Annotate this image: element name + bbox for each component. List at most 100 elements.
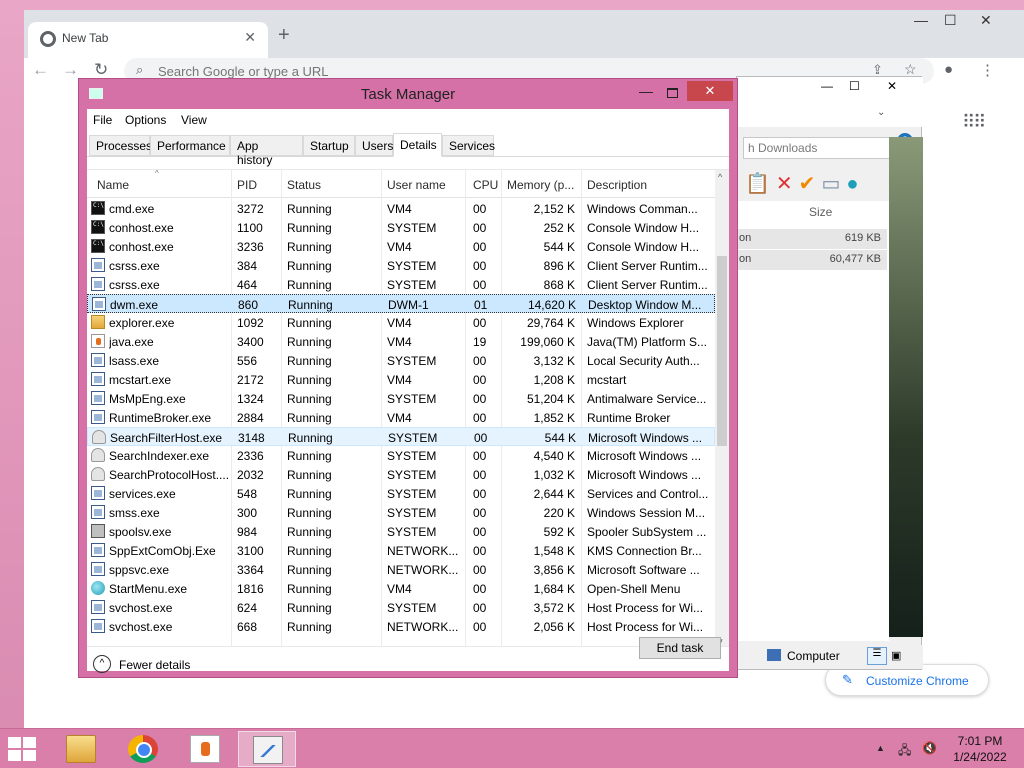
column-user-name[interactable]: User name: [387, 178, 446, 192]
process-description: Console Window H...: [587, 240, 700, 254]
taskbar-task-manager[interactable]: [238, 731, 296, 767]
process-description: KMS Connection Br...: [587, 544, 702, 558]
process-cpu: 00: [473, 354, 487, 368]
process-pid: 3148: [238, 431, 265, 445]
profile-avatar-icon[interactable]: ●: [944, 61, 953, 78]
maximize-icon[interactable]: ☐: [944, 12, 957, 29]
table-row[interactable]: SearchIndexer.exe 2336 Running SYSTEM 00 4,54…: [87, 446, 715, 465]
explorer-close-icon[interactable]: ✕: [887, 79, 897, 93]
table-row[interactable]: SppExtComObj.Exe 3100 Running NETWORK... 00 1…: [87, 541, 715, 560]
win-process-icon: [91, 562, 105, 576]
minimize-icon[interactable]: —: [639, 83, 653, 99]
table-header: ^ Name PID Status User name CPU Memory (…: [87, 170, 715, 198]
menu-options[interactable]: Options: [125, 113, 166, 127]
tab-performance[interactable]: Performance: [150, 135, 230, 156]
taskbar-file-explorer[interactable]: [52, 731, 110, 767]
process-cpu: 00: [473, 202, 487, 216]
delete-x-icon[interactable]: ✕: [776, 173, 793, 195]
tab-services[interactable]: Services: [442, 135, 495, 156]
table-row[interactable]: conhost.exe 3236 Running VM4 00 544 K Console …: [87, 237, 715, 256]
google-apps-grid-icon[interactable]: ⠿⠿: [962, 112, 986, 133]
forward-arrow-icon[interactable]: →: [62, 60, 79, 80]
table-row[interactable]: sppsvc.exe 3364 Running NETWORK... 00 3,856 K…: [87, 560, 715, 579]
table-row[interactable]: StartMenu.exe 1816 Running VM4 00 1,684 K Open…: [87, 579, 715, 598]
table-row[interactable]: RuntimeBroker.exe 2884 Running VM4 00 1,852 K…: [87, 408, 715, 427]
menu-view[interactable]: View: [181, 113, 207, 127]
win-process-icon: [91, 486, 105, 500]
scroll-up-icon[interactable]: ^: [718, 172, 722, 182]
details-view-icon[interactable]: ☰: [867, 647, 887, 665]
table-row[interactable]: spoolsv.exe 984 Running SYSTEM 00 592 K Spoole…: [87, 522, 715, 541]
column-memory[interactable]: Memory (p...: [507, 178, 574, 192]
ribbon-chevron-down-icon[interactable]: ⌄: [877, 107, 885, 118]
list-item[interactable]: on 619 KB: [737, 229, 887, 249]
menu-kebab-icon[interactable]: ⋮: [980, 61, 995, 79]
volume-muted-icon[interactable]: 🔇: [922, 741, 937, 755]
tab-startup[interactable]: Startup: [303, 135, 355, 156]
process-user: SYSTEM: [387, 221, 437, 235]
reload-icon[interactable]: ↻: [94, 60, 108, 80]
column-description[interactable]: Description: [587, 178, 647, 192]
explorer-maximize-icon[interactable]: ☐: [849, 79, 860, 93]
tab-processes[interactable]: Processes: [89, 135, 152, 156]
table-row[interactable]: svchost.exe 668 Running NETWORK... 00 2,056 K…: [87, 617, 715, 636]
tab-app-history[interactable]: App history: [230, 135, 303, 167]
computer-label[interactable]: Computer: [787, 649, 840, 663]
table-row[interactable]: csrss.exe 464 Running SYSTEM 00 868 K Client S…: [87, 275, 715, 294]
show-hidden-icons-chevron-icon[interactable]: ▲: [876, 743, 885, 753]
process-pid: 300: [237, 506, 258, 520]
table-row[interactable]: mcstart.exe 2172 Running VM4 00 1,208 K mcstar…: [87, 370, 715, 389]
checkmark-icon[interactable]: ✔: [799, 173, 816, 195]
table-row[interactable]: SearchFilterHost.exe 3148 Running SYSTEM 00 5…: [87, 427, 715, 446]
process-memory: 592 K: [543, 525, 575, 539]
new-tab-plus-icon[interactable]: +: [278, 24, 290, 47]
explorer-search-box[interactable]: h Downloads ⌕: [743, 137, 903, 159]
table-row[interactable]: SearchProtocolHost.... 2032 Running SYSTEM 0…: [87, 465, 715, 484]
table-row[interactable]: services.exe 548 Running SYSTEM 00 2,644 K Ser…: [87, 484, 715, 503]
scroll-thumb[interactable]: [717, 256, 727, 446]
taskbar-chrome[interactable]: [114, 731, 172, 767]
table-row[interactable]: cmd.exe 3272 Running VM4 00 2,152 K Windows Co…: [87, 199, 715, 218]
column-status[interactable]: Status: [287, 178, 321, 192]
customize-chrome-label: Customize Chrome: [866, 674, 969, 688]
process-pid: 548: [237, 487, 258, 501]
size-column-header[interactable]: Size: [809, 205, 832, 219]
paste-clipboard-icon[interactable]: 📋: [745, 173, 770, 195]
minimize-icon[interactable]: —: [914, 12, 928, 28]
tab-users[interactable]: Users: [355, 135, 393, 156]
table-row[interactable]: svchost.exe 624 Running SYSTEM 00 3,572 K Host…: [87, 598, 715, 617]
end-task-button[interactable]: End task: [639, 637, 721, 659]
table-row[interactable]: explorer.exe 1092 Running VM4 00 29,764 K Wind…: [87, 313, 715, 332]
large-icons-view-icon[interactable]: ▣: [891, 649, 901, 662]
table-row[interactable]: conhost.exe 1100 Running SYSTEM 00 252 K Conso…: [87, 218, 715, 237]
vertical-scrollbar[interactable]: ^ v: [715, 170, 729, 646]
explorer-minimize-icon[interactable]: —: [821, 79, 833, 93]
table-row[interactable]: dwm.exe 860 Running DWM-1 01 14,620 K Desktop …: [87, 294, 715, 313]
column-pid[interactable]: PID: [237, 178, 257, 192]
back-arrow-icon[interactable]: ←: [32, 60, 49, 80]
close-window-icon[interactable]: ✕: [980, 12, 992, 29]
rename-icon[interactable]: ▭: [821, 173, 840, 195]
process-status: Running: [287, 202, 332, 216]
table-row[interactable]: smss.exe 300 Running SYSTEM 00 220 K Windows S…: [87, 503, 715, 522]
maximize-icon[interactable]: [667, 88, 678, 98]
table-row[interactable]: csrss.exe 384 Running SYSTEM 00 896 K Client S…: [87, 256, 715, 275]
table-row[interactable]: MsMpEng.exe 1324 Running SYSTEM 00 51,204 K An…: [87, 389, 715, 408]
list-item[interactable]: on 60,477 KB: [737, 250, 887, 270]
network-icon[interactable]: 🖧: [898, 741, 911, 762]
column-cpu[interactable]: CPU: [473, 178, 498, 192]
task-manager-titlebar[interactable]: Task Manager — ✕: [79, 79, 737, 109]
task-manager-window: Task Manager — ✕ File Options View Proce…: [78, 78, 738, 678]
table-row[interactable]: lsass.exe 556 Running SYSTEM 00 3,132 K Local …: [87, 351, 715, 370]
column-name[interactable]: Name: [97, 178, 129, 192]
menu-file[interactable]: File: [93, 113, 112, 127]
tab-details[interactable]: Details: [393, 133, 442, 157]
start-button[interactable]: [8, 737, 38, 761]
chrome-tab-new-tab[interactable]: New Tab ✕: [28, 22, 268, 58]
system-clock[interactable]: 7:01 PM 1/24/2022: [944, 733, 1016, 765]
shell-globe-icon[interactable]: ●: [846, 173, 858, 195]
close-tab-icon[interactable]: ✕: [244, 29, 256, 46]
table-row[interactable]: java.exe 3400 Running VM4 19 199,060 K Java(TM…: [87, 332, 715, 351]
close-icon[interactable]: ✕: [687, 81, 733, 101]
taskbar-java[interactable]: [176, 731, 234, 767]
